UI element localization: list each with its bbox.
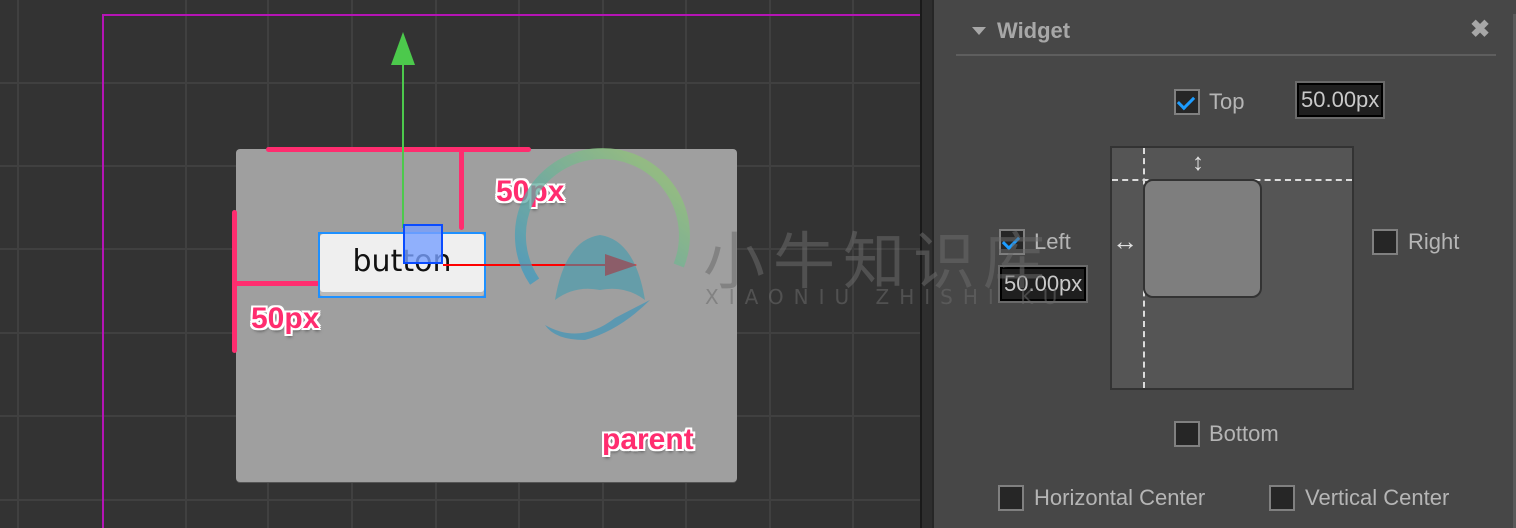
grid-line <box>852 0 854 528</box>
move-gizmo-center[interactable] <box>403 224 443 264</box>
horizontal-center-label: Horizontal Center <box>1034 485 1206 510</box>
top-value-input[interactable] <box>1295 81 1385 119</box>
y-axis-handle[interactable] <box>402 58 404 228</box>
top-checkbox[interactable] <box>1174 89 1200 115</box>
alignment-diagram: ↕ ↔ <box>1110 146 1354 390</box>
bottom-label: Bottom <box>1209 421 1279 446</box>
grid-line <box>185 0 187 528</box>
top-margin-marker <box>459 150 464 230</box>
horizontal-center-checkbox[interactable] <box>998 485 1024 511</box>
top-label: Top <box>1209 89 1245 114</box>
left-label: Left <box>1034 229 1071 254</box>
top-distance-label: 50px <box>496 175 565 208</box>
bottom-checkbox[interactable] <box>1174 421 1200 447</box>
canvas-boundary <box>102 14 920 16</box>
right-label: Right <box>1408 229 1460 254</box>
grid-line <box>0 499 920 501</box>
close-icon[interactable]: ✖ <box>1470 16 1490 44</box>
x-axis-handle[interactable] <box>443 264 608 266</box>
grid-line <box>769 0 771 528</box>
vertical-arrow-icon: ↕ <box>1192 149 1204 176</box>
y-axis-arrow-icon[interactable] <box>391 32 415 65</box>
top-margin-bar <box>266 147 531 152</box>
component-title[interactable]: Widget <box>997 18 1070 44</box>
vertical-center-label: Vertical Center <box>1305 485 1450 510</box>
vertical-center-checkbox[interactable] <box>1269 485 1295 511</box>
divider <box>956 54 1496 56</box>
panel-splitter[interactable] <box>920 0 934 528</box>
left-value-input[interactable] <box>998 265 1088 303</box>
left-checkbox[interactable] <box>999 229 1025 255</box>
horizontal-arrow-icon: ↔ <box>1112 226 1138 256</box>
left-margin-marker <box>234 281 320 286</box>
widget-preview-box <box>1143 179 1262 298</box>
x-axis-arrow-icon[interactable] <box>605 254 637 276</box>
right-checkbox[interactable] <box>1372 229 1398 255</box>
grid-line <box>17 0 19 528</box>
caret-down-icon[interactable] <box>972 27 986 35</box>
grid-line <box>0 82 920 84</box>
canvas-boundary <box>102 14 104 528</box>
scene-view[interactable]: 50px 50px parent button <box>0 0 920 528</box>
parent-label: parent <box>602 423 694 456</box>
left-distance-label: 50px <box>251 302 320 335</box>
